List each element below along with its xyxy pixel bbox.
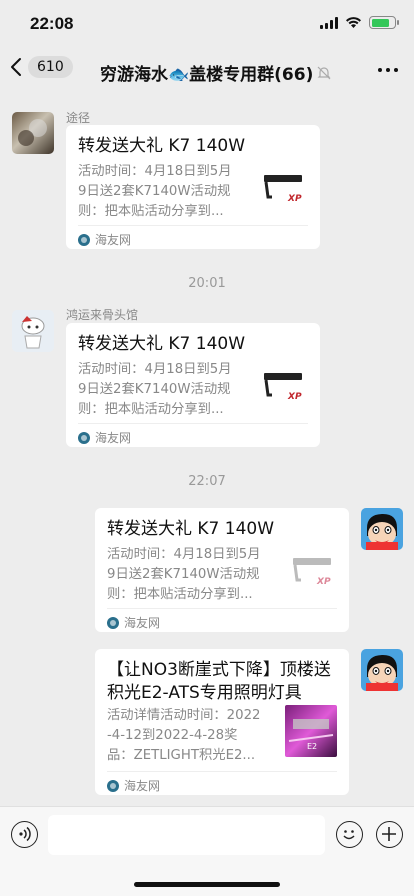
- sender-name: 鸿运来骨头馆: [66, 308, 139, 322]
- link-card[interactable]: 【让NO3断崖式下降】顶楼送 积光E2-ATS专用照明灯具 活动详情活动时间：2…: [95, 649, 349, 795]
- status-icons: [320, 16, 399, 29]
- source-name: 海友网: [124, 779, 161, 793]
- status-time: 22:08: [30, 14, 74, 33]
- voice-input-button[interactable]: [11, 821, 38, 848]
- chat-title-text: 穷游海水🐟盖楼专用群(66): [100, 65, 314, 85]
- source-name: 海友网: [95, 233, 132, 247]
- card-source: 海友网: [107, 777, 160, 794]
- card-thumbnail-image: XP: [260, 365, 310, 415]
- chevron-left-icon: [11, 58, 21, 76]
- plus-icon: [382, 827, 396, 841]
- card-description: 活动时间：4月18日到5月 9日送2套K7140W活动规 则：把本贴活动分享到.…: [107, 547, 261, 602]
- avatar[interactable]: [12, 112, 54, 154]
- signal-icon: [320, 16, 338, 29]
- card-title: 转发送大礼 K7 140W: [78, 334, 246, 354]
- source-name: 海友网: [95, 431, 132, 445]
- source-logo-icon: [107, 616, 119, 629]
- card-title: 【让NO3断崖式下降】顶楼送 积光E2-ATS专用照明灯具: [107, 660, 331, 703]
- back-button[interactable]: 610: [10, 56, 73, 78]
- card-source: 海友网: [78, 231, 131, 248]
- time-separator: 22:07: [188, 474, 226, 489]
- avatar[interactable]: [12, 310, 54, 352]
- unread-count-badge: 610: [28, 56, 73, 78]
- svg-text:XP: XP: [316, 577, 331, 587]
- sender-name: 途径: [66, 111, 91, 125]
- source-logo-icon: [107, 779, 119, 792]
- card-source: 海友网: [107, 614, 160, 631]
- card-title: 转发送大礼 K7 140W: [107, 519, 275, 539]
- card-title: 转发送大礼 K7 140W: [78, 136, 246, 156]
- message-input[interactable]: [48, 815, 325, 855]
- card-divider: [78, 225, 308, 226]
- source-logo-icon: [78, 431, 90, 444]
- home-indicator: [134, 882, 280, 887]
- card-divider: [78, 423, 308, 424]
- link-card[interactable]: 转发送大礼 K7 140W 活动时间：4月18日到5月 9日送2套K7140W活…: [66, 323, 320, 447]
- my-avatar[interactable]: [361, 508, 403, 550]
- smiley-icon: [343, 830, 355, 840]
- more-options-button[interactable]: [378, 68, 398, 72]
- chat-title: 穷游海水🐟盖楼专用群(66): [100, 60, 332, 85]
- link-card[interactable]: 转发送大礼 K7 140W 活动时间：4月18日到5月 9日送2套K7140W活…: [95, 508, 349, 632]
- source-name: 海友网: [124, 616, 161, 630]
- svg-text:E2: E2: [307, 742, 317, 751]
- card-divider: [107, 608, 337, 609]
- status-bar: 22:08: [0, 0, 414, 46]
- link-card[interactable]: 转发送大礼 K7 140W 活动时间：4月18日到5月 9日送2套K7140W活…: [66, 125, 320, 249]
- svg-text:XP: XP: [287, 392, 302, 402]
- card-description: 活动详情活动时间：2022 -4-12到2022-4-28奖 品：ZETLIGH…: [107, 708, 261, 763]
- source-logo-icon: [78, 233, 90, 246]
- card-thumbnail-image: E2: [285, 705, 337, 757]
- wifi-icon: [346, 17, 361, 28]
- time-separator: 20:01: [188, 276, 226, 291]
- voice-icon: [19, 826, 31, 842]
- card-thumbnail-image: XP: [260, 167, 310, 217]
- battery-icon: [369, 16, 399, 29]
- svg-text:XP: XP: [287, 194, 302, 204]
- more-functions-button[interactable]: [376, 821, 403, 848]
- card-source: 海友网: [78, 429, 131, 446]
- card-description: 活动时间：4月18日到5月 9日送2套K7140W活动规 则：把本贴活动分享到.…: [78, 362, 232, 417]
- card-description: 活动时间：4月18日到5月 9日送2套K7140W活动规 则：把本贴活动分享到.…: [78, 164, 232, 219]
- emoji-button[interactable]: [336, 821, 363, 848]
- mute-bell-icon: [317, 66, 331, 79]
- card-divider: [107, 771, 337, 772]
- chat-nav-bar: 610 穷游海水🐟盖楼专用群(66): [0, 46, 414, 96]
- card-thumbnail-image: XP: [289, 550, 339, 600]
- my-avatar[interactable]: [361, 649, 403, 691]
